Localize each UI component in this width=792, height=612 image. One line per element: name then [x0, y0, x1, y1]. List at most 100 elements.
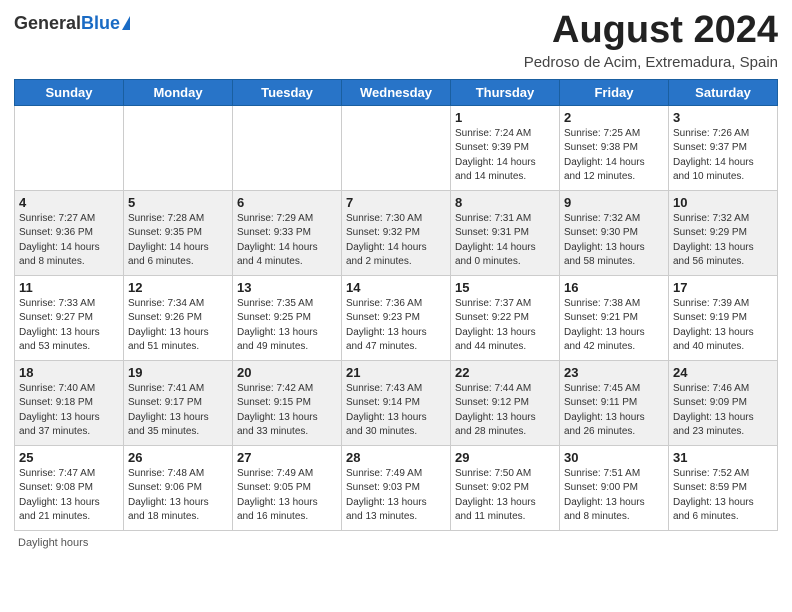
logo-text: GeneralBlue: [14, 14, 130, 32]
calendar-week-row: 4Sunrise: 7:27 AM Sunset: 9:36 PM Daylig…: [15, 190, 778, 275]
daylight-label: Daylight hours: [18, 537, 88, 549]
day-number: 29: [455, 450, 555, 465]
calendar-cell: [233, 105, 342, 190]
calendar-cell: 5 Sunrise: 7:28 AM Sunset: 9:35 PM Daylig…: [124, 190, 233, 275]
day-info: Sunrise: 7:28 AM Sunset: 9:35 PM Dayligh…: [128, 212, 228, 270]
day-info: Sunrise: 7:48 AM Sunset: 9:06 PM Dayligh…: [128, 467, 228, 525]
logo-triangle-icon: [122, 16, 130, 30]
calendar-cell: 23 Sunrise: 7:45 AM Sunset: 9:11 PM Dayli…: [560, 360, 669, 445]
calendar-week-row: 11Sunrise: 7:33 AM Sunset: 9:27 PM Dayli…: [15, 275, 778, 360]
day-number: 23: [564, 365, 664, 380]
calendar-cell: 21 Sunrise: 7:43 AM Sunset: 9:14 PM Dayli…: [342, 360, 451, 445]
day-info: Sunrise: 7:42 AM Sunset: 9:15 PM Dayligh…: [237, 382, 337, 440]
day-number: 10: [673, 195, 773, 210]
calendar-cell: 22 Sunrise: 7:44 AM Sunset: 9:12 PM Dayli…: [451, 360, 560, 445]
day-info: Sunrise: 7:50 AM Sunset: 9:02 PM Dayligh…: [455, 467, 555, 525]
calendar-header-row: SundayMondayTuesdayWednesdayThursdayFrid…: [15, 79, 778, 105]
calendar-cell: 27Sunrise: 7:49 AM Sunset: 9:05 PM Dayli…: [233, 445, 342, 530]
day-number: 6: [237, 195, 337, 210]
day-info: Sunrise: 7:29 AM Sunset: 9:33 PM Dayligh…: [237, 212, 337, 270]
col-header-thursday: Thursday: [451, 79, 560, 105]
day-number: 30: [564, 450, 664, 465]
day-info: Sunrise: 7:52 AM Sunset: 8:59 PM Dayligh…: [673, 467, 773, 525]
day-number: 22: [455, 365, 555, 380]
logo: GeneralBlue: [14, 10, 130, 32]
col-header-monday: Monday: [124, 79, 233, 105]
day-info: Sunrise: 7:34 AM Sunset: 9:26 PM Dayligh…: [128, 297, 228, 355]
day-number: 13: [237, 280, 337, 295]
day-info: Sunrise: 7:31 AM Sunset: 9:31 PM Dayligh…: [455, 212, 555, 270]
header: GeneralBlue August 2024 Pedroso de Acim,…: [14, 10, 778, 71]
calendar-cell: 25 Sunrise: 7:47 AM Sunset: 9:08 PM Dayli…: [15, 445, 124, 530]
day-info: Sunrise: 7:40 AM Sunset: 9:18 PM Dayligh…: [19, 382, 119, 440]
calendar-cell: 31 Sunrise: 7:52 AM Sunset: 8:59 PM Dayli…: [669, 445, 778, 530]
day-info: Sunrise: 7:24 AM Sunset: 9:39 PM Dayligh…: [455, 127, 555, 185]
calendar-cell: [15, 105, 124, 190]
day-info: Sunrise: 7:41 AM Sunset: 9:17 PM Dayligh…: [128, 382, 228, 440]
logo-blue-text: Blue: [81, 14, 120, 32]
calendar-cell: 2 Sunrise: 7:25 AM Sunset: 9:38 PM Daylig…: [560, 105, 669, 190]
calendar-cell: 24 Sunrise: 7:46 AM Sunset: 9:09 PM Dayli…: [669, 360, 778, 445]
calendar-table: SundayMondayTuesdayWednesdayThursdayFrid…: [14, 79, 778, 531]
day-info: Sunrise: 7:35 AM Sunset: 9:25 PM Dayligh…: [237, 297, 337, 355]
calendar-cell: 30 Sunrise: 7:51 AM Sunset: 9:00 PM Dayli…: [560, 445, 669, 530]
calendar-week-row: 25 Sunrise: 7:47 AM Sunset: 9:08 PM Dayli…: [15, 445, 778, 530]
day-info: Sunrise: 7:32 AM Sunset: 9:29 PM Dayligh…: [673, 212, 773, 270]
day-info: Sunrise: 7:30 AM Sunset: 9:32 PM Dayligh…: [346, 212, 446, 270]
day-info: Sunrise: 7:25 AM Sunset: 9:38 PM Dayligh…: [564, 127, 664, 185]
calendar-cell: 15Sunrise: 7:37 AM Sunset: 9:22 PM Dayli…: [451, 275, 560, 360]
day-number: 8: [455, 195, 555, 210]
day-number: 24: [673, 365, 773, 380]
day-number: 7: [346, 195, 446, 210]
location: Pedroso de Acim, Extremadura, Spain: [524, 54, 778, 71]
calendar-cell: 4Sunrise: 7:27 AM Sunset: 9:36 PM Daylig…: [15, 190, 124, 275]
col-header-sunday: Sunday: [15, 79, 124, 105]
col-header-tuesday: Tuesday: [233, 79, 342, 105]
day-number: 25: [19, 450, 119, 465]
day-info: Sunrise: 7:37 AM Sunset: 9:22 PM Dayligh…: [455, 297, 555, 355]
calendar-cell: 14Sunrise: 7:36 AM Sunset: 9:23 PM Dayli…: [342, 275, 451, 360]
calendar-cell: 11Sunrise: 7:33 AM Sunset: 9:27 PM Dayli…: [15, 275, 124, 360]
day-info: Sunrise: 7:43 AM Sunset: 9:14 PM Dayligh…: [346, 382, 446, 440]
day-number: 5: [128, 195, 228, 210]
day-number: 1: [455, 110, 555, 125]
calendar-cell: 12 Sunrise: 7:34 AM Sunset: 9:26 PM Dayli…: [124, 275, 233, 360]
day-number: 14: [346, 280, 446, 295]
calendar-cell: 7 Sunrise: 7:30 AM Sunset: 9:32 PM Daylig…: [342, 190, 451, 275]
calendar-cell: 19Sunrise: 7:41 AM Sunset: 9:17 PM Dayli…: [124, 360, 233, 445]
calendar-cell: 8 Sunrise: 7:31 AM Sunset: 9:31 PM Daylig…: [451, 190, 560, 275]
day-number: 18: [19, 365, 119, 380]
day-number: 20: [237, 365, 337, 380]
calendar-cell: 16 Sunrise: 7:38 AM Sunset: 9:21 PM Dayli…: [560, 275, 669, 360]
col-header-wednesday: Wednesday: [342, 79, 451, 105]
day-number: 31: [673, 450, 773, 465]
day-info: Sunrise: 7:26 AM Sunset: 9:37 PM Dayligh…: [673, 127, 773, 185]
day-number: 21: [346, 365, 446, 380]
day-info: Sunrise: 7:51 AM Sunset: 9:00 PM Dayligh…: [564, 467, 664, 525]
calendar-week-row: 1 Sunrise: 7:24 AM Sunset: 9:39 PM Daylig…: [15, 105, 778, 190]
day-info: Sunrise: 7:44 AM Sunset: 9:12 PM Dayligh…: [455, 382, 555, 440]
day-info: Sunrise: 7:47 AM Sunset: 9:08 PM Dayligh…: [19, 467, 119, 525]
day-number: 3: [673, 110, 773, 125]
day-info: Sunrise: 7:46 AM Sunset: 9:09 PM Dayligh…: [673, 382, 773, 440]
calendar-cell: 26Sunrise: 7:48 AM Sunset: 9:06 PM Dayli…: [124, 445, 233, 530]
calendar-cell: 29 Sunrise: 7:50 AM Sunset: 9:02 PM Dayli…: [451, 445, 560, 530]
day-number: 9: [564, 195, 664, 210]
day-info: Sunrise: 7:49 AM Sunset: 9:05 PM Dayligh…: [237, 467, 337, 525]
day-info: Sunrise: 7:32 AM Sunset: 9:30 PM Dayligh…: [564, 212, 664, 270]
calendar-week-row: 18 Sunrise: 7:40 AM Sunset: 9:18 PM Dayli…: [15, 360, 778, 445]
col-header-saturday: Saturday: [669, 79, 778, 105]
title-block: August 2024 Pedroso de Acim, Extremadura…: [524, 10, 778, 71]
calendar-cell: 13 Sunrise: 7:35 AM Sunset: 9:25 PM Dayli…: [233, 275, 342, 360]
day-info: Sunrise: 7:38 AM Sunset: 9:21 PM Dayligh…: [564, 297, 664, 355]
day-number: 2: [564, 110, 664, 125]
col-header-friday: Friday: [560, 79, 669, 105]
calendar-cell: 18 Sunrise: 7:40 AM Sunset: 9:18 PM Dayli…: [15, 360, 124, 445]
calendar-cell: 1 Sunrise: 7:24 AM Sunset: 9:39 PM Daylig…: [451, 105, 560, 190]
day-number: 16: [564, 280, 664, 295]
day-number: 12: [128, 280, 228, 295]
month-title: August 2024: [524, 10, 778, 52]
day-info: Sunrise: 7:45 AM Sunset: 9:11 PM Dayligh…: [564, 382, 664, 440]
calendar-cell: 17Sunrise: 7:39 AM Sunset: 9:19 PM Dayli…: [669, 275, 778, 360]
day-info: Sunrise: 7:33 AM Sunset: 9:27 PM Dayligh…: [19, 297, 119, 355]
